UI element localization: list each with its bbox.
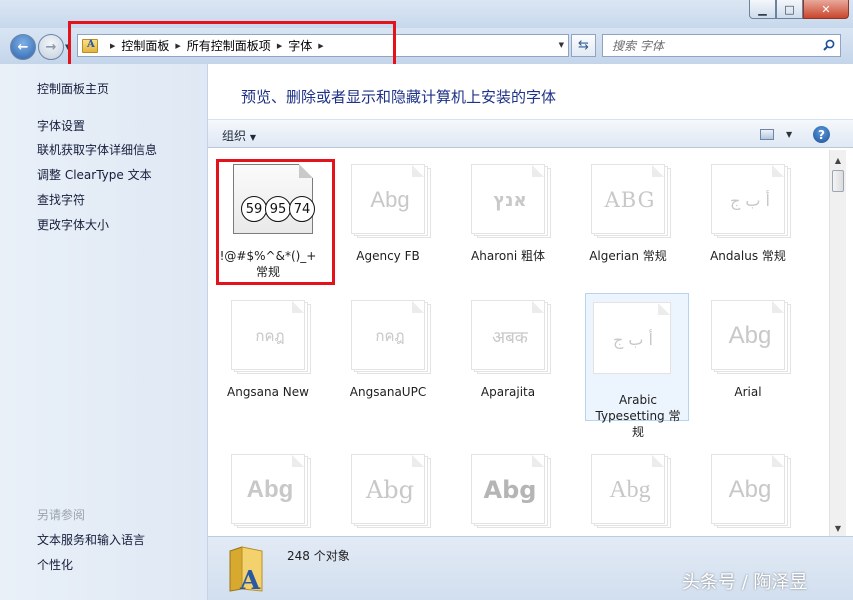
font-tile-algerian[interactable]: ABG Algerian 常规 — [576, 156, 680, 284]
font-stack-icon: अबक — [471, 300, 553, 376]
change-font-size-link[interactable]: 更改字体大小 — [37, 216, 109, 233]
font-name: Andalus 常规 — [710, 249, 786, 263]
font-sample: अबक — [492, 327, 528, 348]
adjust-cleartype-link[interactable]: 调整 ClearType 文本 — [37, 166, 152, 183]
font-tile-angsanaupc[interactable]: กคฎ AngsanaUPC — [336, 292, 440, 420]
font-tile-arabic-typesetting[interactable]: أ ب ج Arabic Typesetting 常规 — [585, 293, 689, 439]
font-sample: Abg — [370, 187, 410, 212]
organize-button[interactable]: 组织 ▼ — [222, 127, 256, 144]
font-settings-link[interactable]: 字体设置 — [37, 117, 85, 134]
refresh-icon: ⇆ — [578, 38, 589, 53]
back-button[interactable]: ← — [10, 34, 36, 60]
font-name: Aparajita — [480, 385, 536, 399]
font-stack-icon: กคฎ — [351, 300, 433, 376]
font-name: Algerian 常规 — [589, 249, 667, 263]
font-sample: أ ب ج — [729, 190, 770, 210]
font-sample: Abg — [609, 476, 651, 503]
font-stack-icon: Abg — [471, 454, 553, 530]
search-box[interactable] — [602, 34, 841, 57]
font-tile-aharoni[interactable]: אנץ Aharoni 粗体 — [456, 156, 560, 284]
font-stack-icon: Abg — [351, 164, 433, 240]
find-character-link[interactable]: 查找字符 — [37, 191, 85, 208]
view-dropdown-icon[interactable]: ▼ — [786, 130, 792, 139]
font-tile[interactable]: Abg — [216, 446, 320, 536]
forward-arrow-icon: → — [45, 39, 57, 55]
forward-button[interactable]: → — [38, 34, 64, 60]
font-name: Arabic Typesetting 常规 — [595, 393, 681, 439]
font-name: Agency FB — [356, 249, 420, 263]
change-view-icon[interactable] — [760, 129, 774, 140]
see-also-heading: 另请参阅 — [37, 508, 86, 522]
control-panel-home-link[interactable]: 控制面板主页 — [37, 80, 109, 97]
font-stack-icon: אנץ — [471, 164, 553, 240]
vertical-scrollbar[interactable]: ▲ ▼ — [829, 150, 846, 536]
font-sample: กคฎ — [375, 327, 405, 345]
font-tile-arial[interactable]: Abg Arial — [696, 292, 800, 420]
font-tile[interactable]: Abg — [696, 446, 800, 536]
search-input[interactable] — [612, 38, 812, 53]
fonts-folder-icon: A — [229, 546, 263, 593]
font-stack-icon: Abg — [231, 454, 313, 530]
scroll-up-icon[interactable]: ▲ — [830, 152, 846, 168]
font-tile-agency-fb[interactable]: Abg Agency FB — [336, 156, 440, 284]
organize-dropdown-icon: ▼ — [249, 133, 256, 142]
font-sample: אנץ — [493, 189, 527, 211]
font-sample: ABG — [604, 188, 656, 212]
get-font-info-link[interactable]: 联机获取字体详细信息 — [37, 141, 157, 158]
scroll-down-icon[interactable]: ▼ — [830, 520, 846, 536]
organize-label: 组织 — [222, 129, 247, 143]
window-controls: ▁ □ ✕ — [749, 0, 849, 19]
page-title: 预览、删除或者显示和隐藏计算机上安装的字体 — [241, 88, 557, 106]
font-stack-icon: Abg — [711, 300, 793, 376]
font-tile[interactable]: Abg — [336, 446, 440, 536]
font-stack-icon: Abg — [591, 454, 673, 530]
item-count: 248 个对象 — [287, 549, 350, 563]
maximize-button[interactable]: □ — [776, 0, 803, 19]
font-stack-icon: Abg — [351, 454, 433, 530]
font-tile-andalus[interactable]: أ ب ج Andalus 常规 — [696, 156, 800, 284]
font-sample: กคฎ — [255, 327, 285, 345]
font-sample: أ ب ج — [612, 329, 653, 349]
svg-text:A: A — [239, 566, 261, 593]
font-sample: Abg — [365, 476, 415, 504]
font-tile[interactable]: Abg — [456, 446, 560, 536]
font-tile-aparajita[interactable]: अबक Aparajita — [456, 292, 560, 420]
close-button[interactable]: ✕ — [803, 0, 849, 19]
font-sample: Abg — [483, 476, 537, 504]
font-name: Aharoni 粗体 — [471, 249, 545, 263]
personalize-link[interactable]: 个性化 — [37, 556, 73, 573]
minimize-button[interactable]: ▁ — [749, 0, 776, 19]
command-bar: 组织 ▼ ▼ ? — [208, 119, 853, 148]
font-name: Angsana New — [227, 385, 309, 399]
back-arrow-icon: ← — [17, 39, 29, 55]
highlight-box-font — [216, 159, 335, 285]
search-icon[interactable] — [823, 39, 835, 51]
font-stack-icon: Abg — [711, 454, 793, 530]
font-stack-icon: أ ب ج — [711, 164, 793, 240]
font-stack-icon: ABG — [591, 164, 673, 240]
text-services-link[interactable]: 文本服务和输入语言 — [37, 531, 145, 548]
font-sample: Abg — [728, 322, 772, 349]
font-sample: Abg — [246, 476, 294, 503]
font-name: AngsanaUPC — [349, 385, 427, 399]
font-stack-icon: กคฎ — [231, 300, 313, 376]
font-tile[interactable]: Abg — [576, 446, 680, 536]
font-name: Arial — [734, 385, 762, 399]
main-content: 预览、删除或者显示和隐藏计算机上安装的字体 组织 ▼ ▼ ? 59 95 74 … — [208, 64, 853, 536]
font-tile-angsana-new[interactable]: กคฎ Angsana New — [216, 292, 320, 420]
help-icon[interactable]: ? — [813, 126, 830, 143]
left-pane: 控制面板主页 字体设置 联机获取字体详细信息 调整 ClearType 文本 查… — [0, 64, 208, 600]
watermark-text: 头条号 / 陶泽昱 — [682, 572, 808, 593]
font-sample: Abg — [728, 476, 772, 503]
scroll-thumb[interactable] — [832, 170, 844, 192]
refresh-button[interactable]: ⇆ — [571, 34, 596, 57]
address-dropdown-icon[interactable]: ▼ — [559, 41, 564, 49]
font-stack-icon: أ ب ج — [593, 302, 675, 378]
